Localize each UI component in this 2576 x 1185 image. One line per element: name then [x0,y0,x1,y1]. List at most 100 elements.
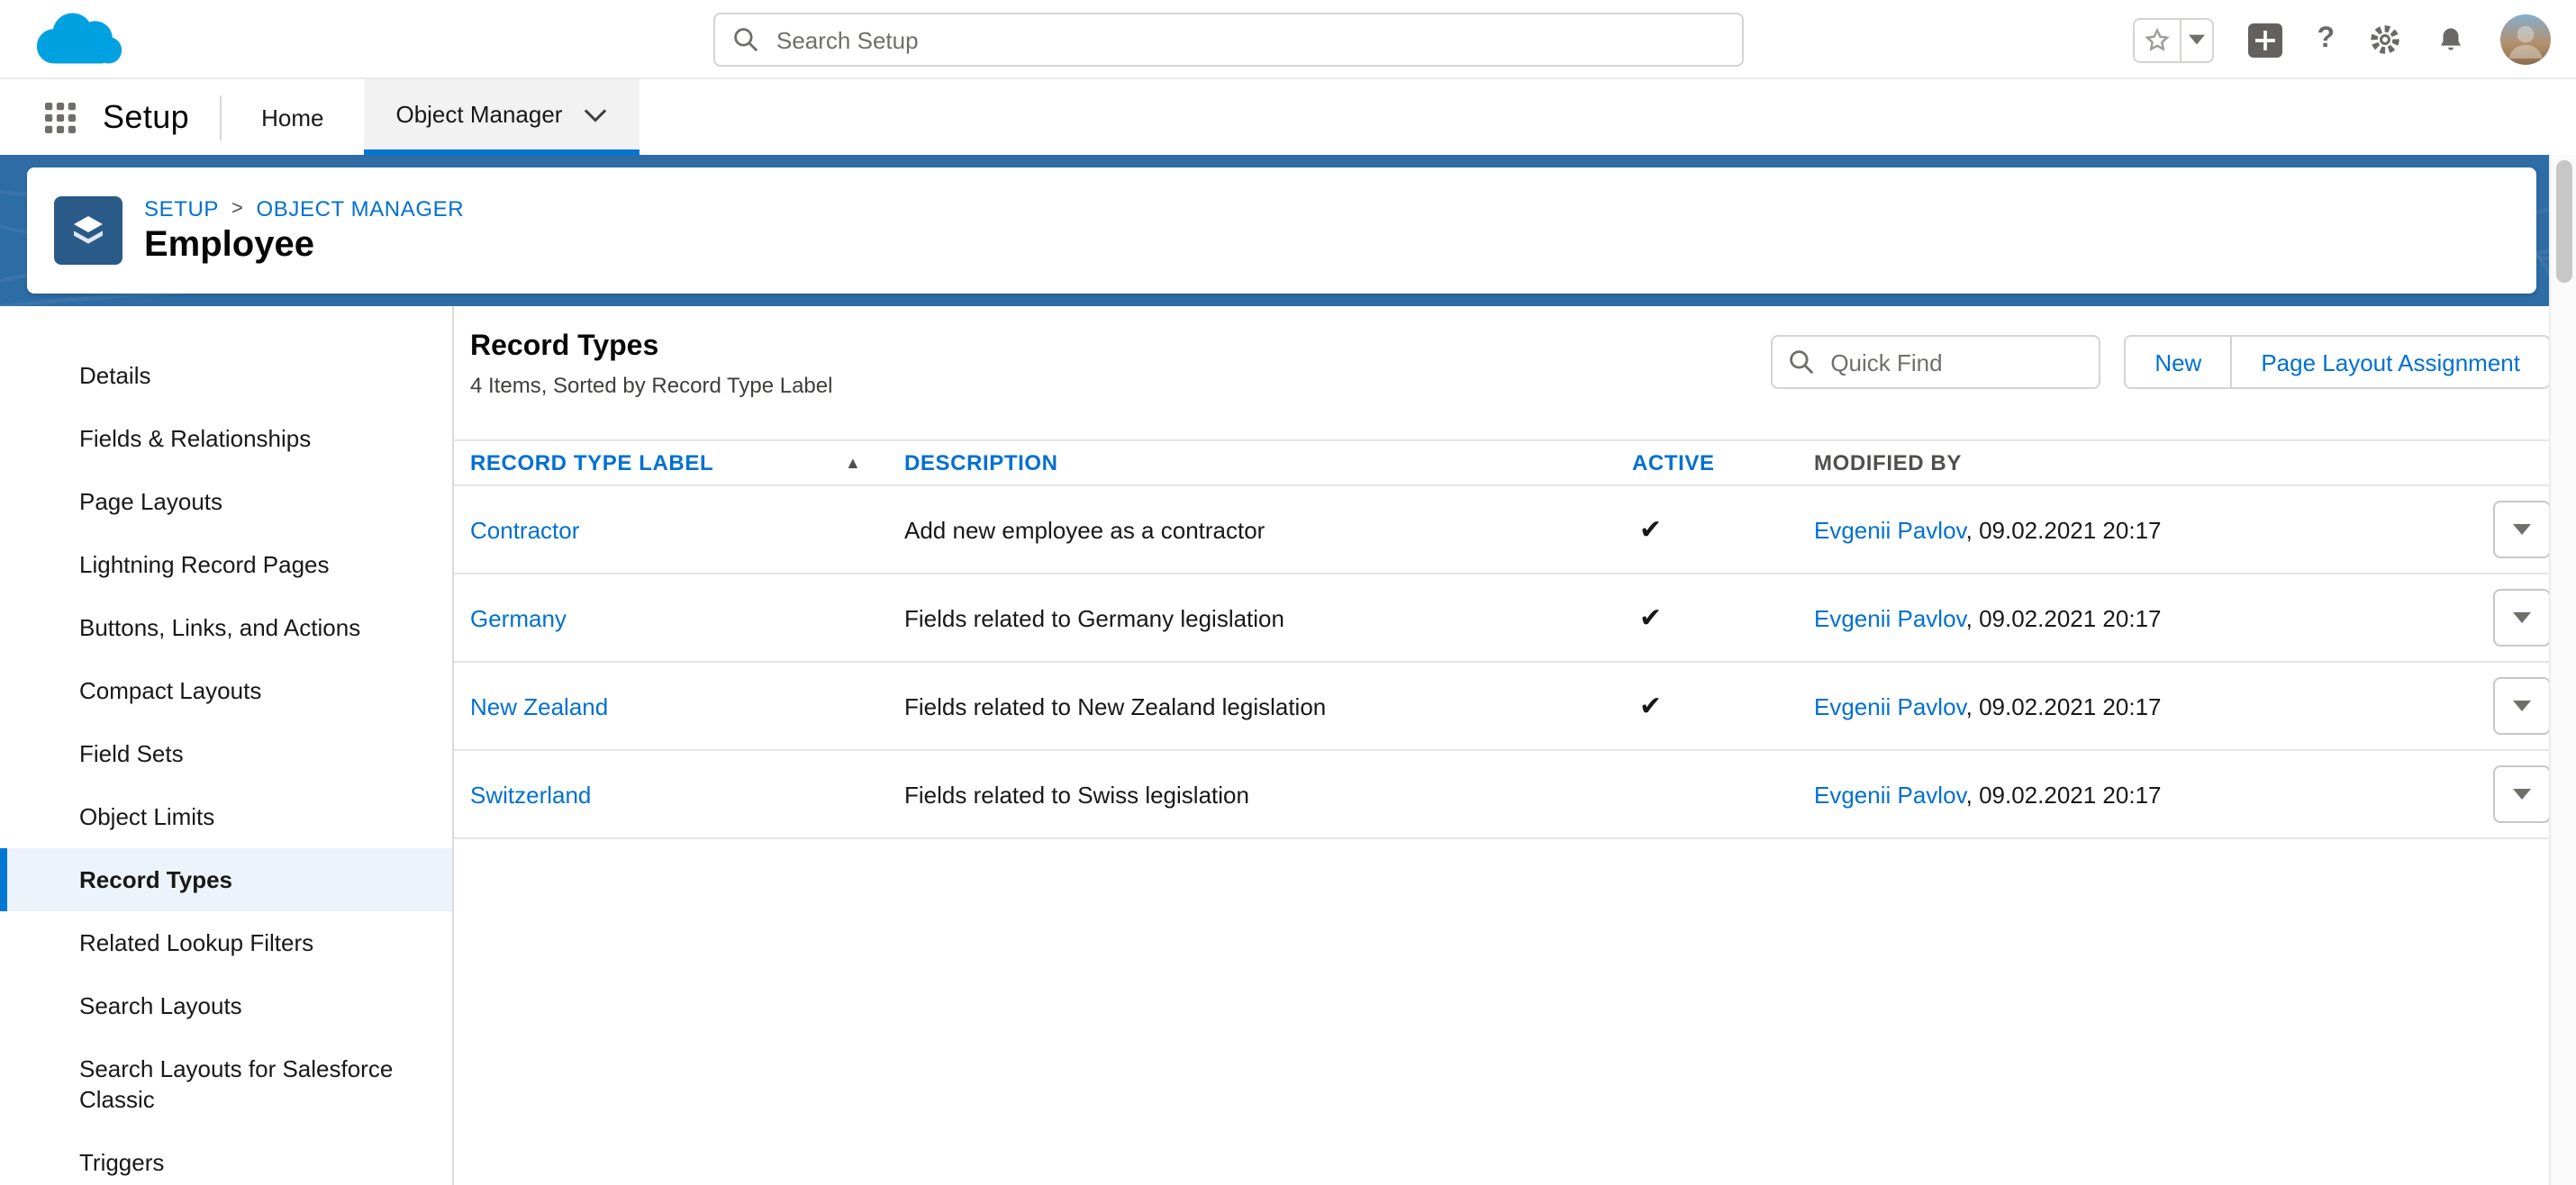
scrollbar-thumb[interactable] [2556,160,2572,283]
search-setup-input[interactable] [713,13,1744,67]
table-row: New Zealand Fields related to New Zealan… [454,663,2551,751]
modified-date: , 09.02.2021 20:17 [1966,516,2162,543]
setup-gear-button[interactable] [2369,23,2401,56]
description-cell: Add new employee as a contractor [904,516,1632,543]
active-check-icon: ✔ [1632,602,1814,634]
global-header-actions: ? [2133,0,2551,79]
panel-subtitle: 4 Items, Sorted by Record Type Label [470,373,832,398]
sidebar-item-label: Object Limits [79,803,214,830]
page-layout-assignment-button[interactable]: Page Layout Assignment [2232,335,2551,389]
column-header-description[interactable]: DESCRIPTION [904,450,1632,475]
sidebar-item[interactable]: Triggers [0,1131,452,1185]
sidebar-item-label: Lightning Record Pages [79,551,330,578]
modified-by-cell: Evgenii Pavlov, 09.02.2021 20:17 [1814,781,2472,808]
sidebar-item[interactable]: Search Layouts for Salesforce Classic [0,1037,452,1131]
panel-title: Record Types [470,331,832,364]
notifications-button[interactable] [2435,24,2466,55]
column-header-active[interactable]: ACTIVE [1632,450,1814,475]
active-check-icon: ✔ [1632,690,1814,722]
record-type-link[interactable]: New Zealand [470,692,608,719]
record-type-link[interactable]: Germany [470,604,567,631]
tab-object-manager[interactable]: Object Manager [363,79,639,155]
row-action-cell [2472,677,2551,735]
object-entity-icon [54,196,122,265]
page-header-text: SETUP > OBJECT MANAGER Employee [144,195,464,266]
row-actions-button[interactable] [2493,501,2551,558]
record-type-label-cell: Contractor [454,516,904,543]
favorites-star-button[interactable] [2133,17,2181,62]
modified-by-cell: Evgenii Pavlov, 09.02.2021 20:17 [1814,516,2472,543]
record-type-link[interactable]: Contractor [470,516,579,543]
sidebar-item[interactable]: Fields & Relationships [0,407,452,470]
dropdown-arrow-icon [2513,524,2531,535]
page-header-card: SETUP > OBJECT MANAGER Employee [27,167,2536,294]
breadcrumb: SETUP > OBJECT MANAGER [144,195,464,221]
chevron-down-icon [584,107,607,122]
tab-home[interactable]: Home [222,79,363,155]
setup-nav-bar: Setup Home Object Manager [0,79,2576,155]
modified-date: , 09.02.2021 20:17 [1966,692,2162,719]
breadcrumb-object-manager-link[interactable]: OBJECT MANAGER [257,195,465,221]
sidebar-item[interactable]: Related Lookup Filters [0,911,452,974]
row-action-cell [2472,765,2551,823]
row-actions-button[interactable] [2493,677,2551,735]
sort-asc-icon: ▲ [845,454,861,472]
sidebar-item[interactable]: Page Layouts [0,470,452,533]
add-button[interactable] [2248,23,2282,57]
record-type-link[interactable]: Switzerland [470,781,591,808]
help-button[interactable]: ? [2317,23,2335,56]
modified-by-link[interactable]: Evgenii Pavlov [1814,781,1966,808]
sidebar-item-label: Compact Layouts [79,677,261,704]
active-check-icon: ✔ [1632,513,1814,546]
dropdown-arrow-icon [2513,789,2531,800]
sidebar-item[interactable]: Field Sets [0,722,452,785]
tab-home-label: Home [261,104,323,131]
modified-by-link[interactable]: Evgenii Pavlov [1814,516,1966,543]
row-action-cell [2472,589,2551,647]
quick-find-input[interactable] [1771,335,2100,389]
sidebar-item-label: Related Lookup Filters [79,929,313,956]
setup-search [713,13,1744,67]
sidebar-item[interactable]: Buttons, Links, and Actions [0,596,452,659]
column-header-label: RECORD TYPE LABEL [470,450,713,475]
modified-by-link[interactable]: Evgenii Pavlov [1814,604,1966,631]
table-row: Switzerland Fields related to Swiss legi… [454,751,2551,839]
object-manager-sidebar: Details Fields & Relationships Page Layo… [0,306,454,1185]
sidebar-item-label: Triggers [79,1149,164,1176]
record-type-label-cell: Switzerland [454,781,904,808]
user-avatar[interactable] [2500,14,2551,65]
tab-object-manager-label: Object Manager [395,101,562,128]
app-launcher-icon[interactable] [45,102,76,132]
description-cell: Fields related to Germany legislation [904,604,1632,631]
row-actions-button[interactable] [2493,589,2551,647]
sidebar-item[interactable]: Details [0,344,452,407]
salesforce-setup-page: ? [0,0,2576,1185]
panel-controls: New Page Layout Assignment [1771,335,2551,389]
new-button[interactable]: New [2124,335,2232,389]
star-icon [2144,26,2171,53]
sidebar-item[interactable]: Lightning Record Pages [0,533,452,596]
layers-icon [67,209,110,252]
breadcrumb-separator: > [231,197,243,219]
sidebar-item[interactable]: Record Types [0,848,452,911]
vertical-scrollbar[interactable] [2549,155,2576,1185]
sidebar-item-label: Buttons, Links, and Actions [79,614,360,641]
favorites-dropdown-button[interactable] [2181,17,2214,62]
panel-action-buttons: New Page Layout Assignment [2124,335,2551,389]
panel-header: Record Types 4 Items, Sorted by Record T… [454,331,2551,398]
dropdown-arrow-icon [2513,612,2531,623]
sidebar-item[interactable]: Object Limits [0,785,452,848]
avatar-silhouette-icon [2500,14,2551,65]
modified-by-link[interactable]: Evgenii Pavlov [1814,692,1966,719]
sidebar-item[interactable]: Search Layouts [0,974,452,1037]
row-actions-button[interactable] [2493,765,2551,823]
sidebar-item-label: Page Layouts [79,488,222,515]
breadcrumb-setup-link[interactable]: SETUP [144,195,219,221]
modified-date: , 09.02.2021 20:17 [1966,781,2162,808]
sidebar-item-label: Search Layouts [79,992,242,1019]
table-row: Germany Fields related to Germany legisl… [454,574,2551,663]
table-row: Contractor Add new employee as a contrac… [454,486,2551,574]
sidebar-item[interactable]: Compact Layouts [0,659,452,722]
chevron-down-icon [2189,34,2205,45]
column-header-record-type-label[interactable]: RECORD TYPE LABEL ▲ [454,450,904,475]
